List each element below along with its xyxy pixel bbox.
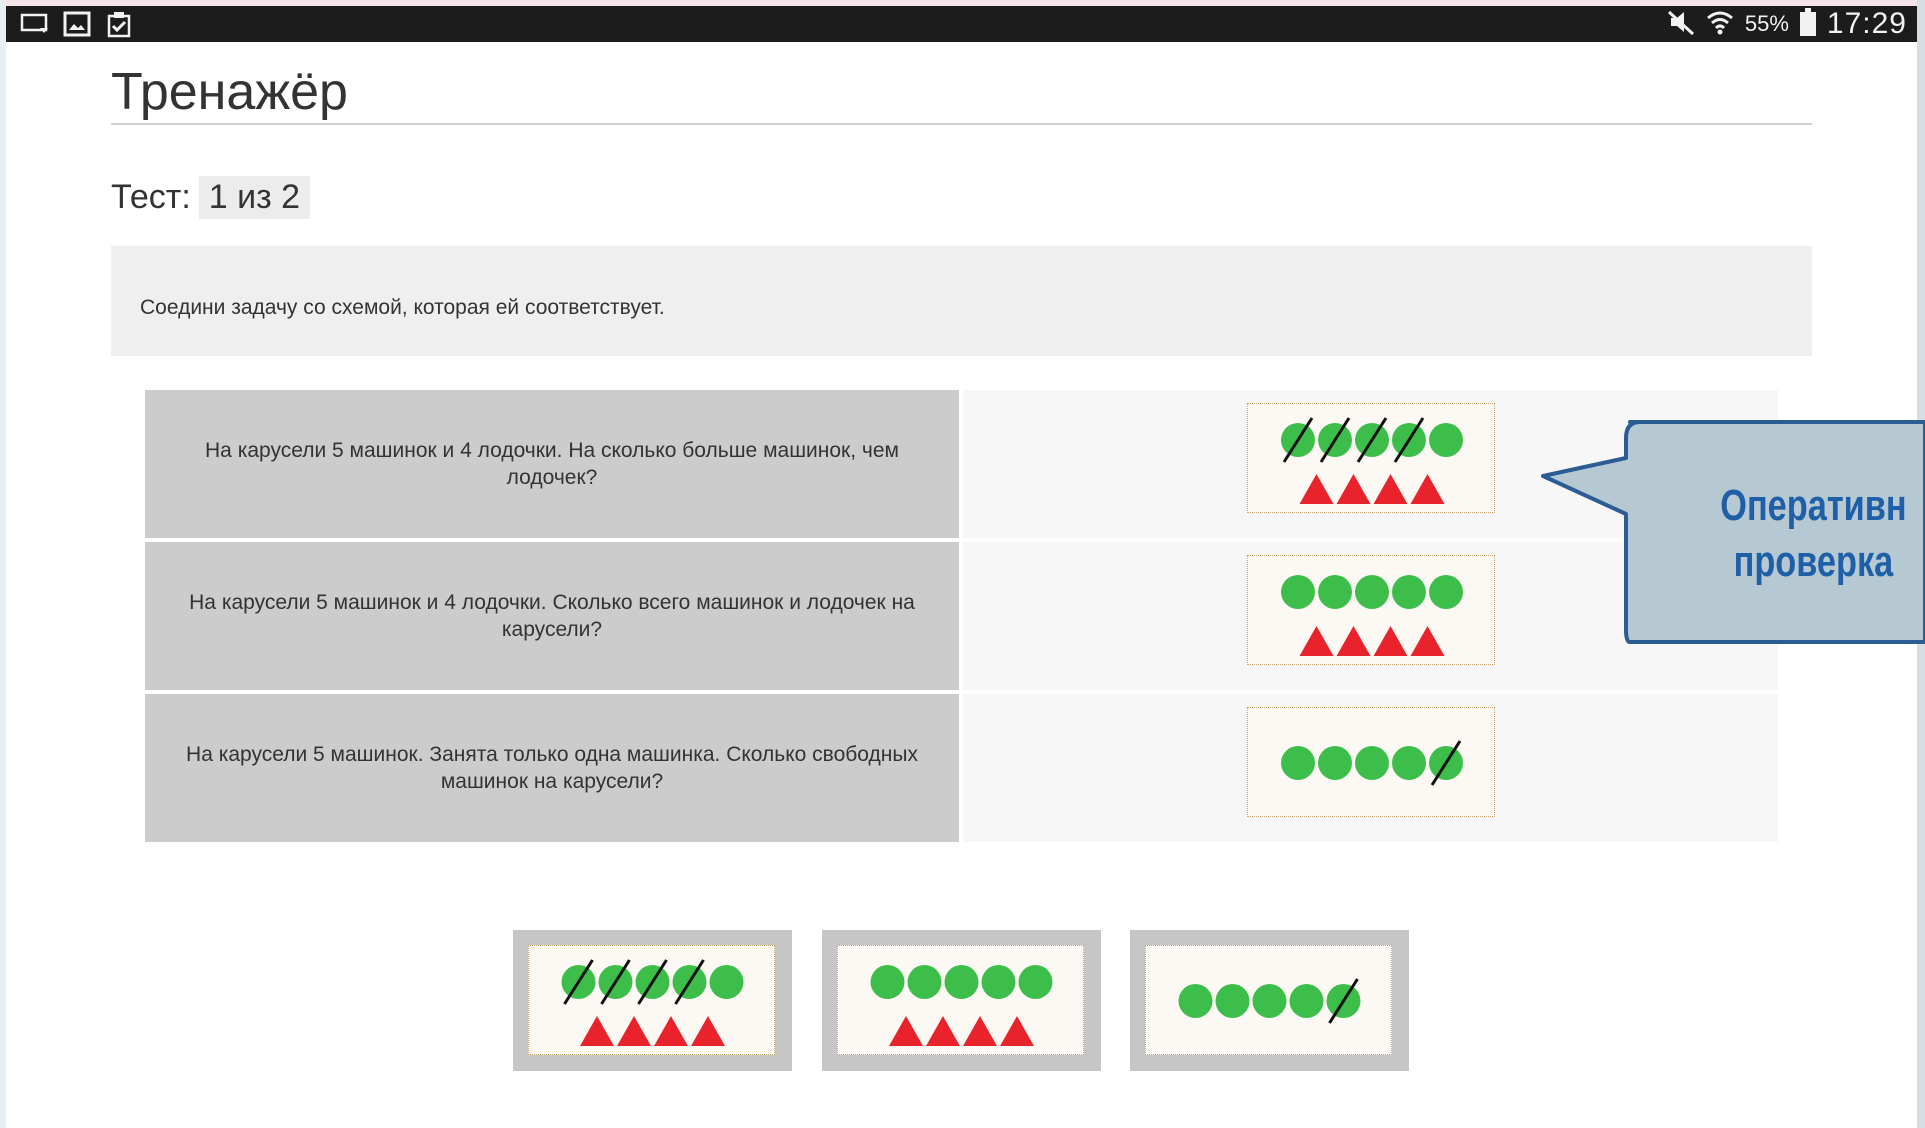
triangle-mark — [1336, 626, 1371, 656]
scheme-card[interactable] — [1247, 403, 1495, 513]
scheme-card — [837, 945, 1084, 1055]
triangle-mark — [654, 1016, 688, 1046]
callout-line: проверка — [1733, 537, 1894, 586]
triangle-mark — [1336, 474, 1371, 504]
scheme-card[interactable] — [1247, 555, 1495, 665]
instruction-panel: Соедини задачу со схемой, которая ей соо… — [111, 246, 1812, 356]
callout-text: Оперативн проверка — [1712, 478, 1915, 590]
scheme-card — [528, 945, 775, 1055]
circle-mark — [1318, 746, 1352, 780]
circle-mark — [1392, 575, 1426, 609]
test-progress: Тест: 1 из 2 — [111, 176, 311, 219]
circle-mark — [1178, 984, 1213, 1018]
triangle-mark — [691, 1016, 725, 1046]
clipboard-check-icon — [104, 10, 134, 38]
drop-zone[interactable] — [963, 694, 1778, 842]
scheme-diagram — [870, 965, 1053, 1046]
triangle-mark — [889, 1016, 923, 1046]
slide-frame-left — [0, 0, 6, 1128]
scheme-card — [1145, 945, 1392, 1055]
match-row: На карусели 5 машинок и 4 лодочки. Сколь… — [145, 542, 1778, 690]
status-bar: 55% 17:29 — [6, 6, 1917, 42]
page-title: Тренажёр — [111, 63, 348, 121]
task-text: На карусели 5 машинок. Занята только одн… — [145, 694, 959, 842]
match-row: На карусели 5 машинок. Занята только одн… — [145, 694, 1778, 842]
callout-line: Оперативн — [1720, 481, 1907, 530]
wifi-icon — [1705, 8, 1735, 41]
circle-mark — [1392, 746, 1426, 780]
circle-mark — [1355, 575, 1389, 609]
circle-mark — [1429, 575, 1463, 609]
triangle-mark — [1373, 626, 1408, 656]
triangle-mark — [1410, 626, 1445, 656]
draggable-answer-card[interactable] — [822, 930, 1101, 1071]
triangle-mark — [963, 1016, 997, 1046]
test-label: Тест: — [111, 178, 191, 216]
instruction-text: Соедини задачу со схемой, которая ей соо… — [140, 296, 665, 319]
circle-mark — [1355, 746, 1389, 780]
scheme-diagram — [1281, 417, 1463, 504]
task-text: На карусели 5 машинок и 4 лодочки. Сколь… — [145, 542, 959, 690]
triangle-mark — [1299, 474, 1334, 504]
status-bar-system: 55% 17:29 — [1667, 6, 1907, 42]
circle-mark — [1318, 575, 1352, 609]
test-counter: 1 из 2 — [198, 176, 311, 219]
cast-icon — [20, 10, 50, 38]
draggable-answer-card[interactable] — [513, 930, 792, 1071]
status-bar-notifications — [20, 10, 134, 38]
triangle-mark — [1000, 1016, 1034, 1046]
draggable-answer-card[interactable] — [1130, 930, 1409, 1071]
scheme-diagram — [561, 959, 744, 1046]
mute-icon — [1667, 8, 1695, 41]
image-icon — [62, 10, 92, 38]
circle-mark — [1252, 984, 1287, 1018]
triangle-mark — [1299, 626, 1334, 656]
scheme-diagram — [1281, 575, 1463, 656]
task-text: На карусели 5 машинок и 4 лодочки. На ск… — [145, 390, 959, 538]
circle-mark — [1281, 575, 1315, 609]
title-divider — [111, 123, 1812, 125]
triangle-mark — [926, 1016, 960, 1046]
circle-mark — [1281, 746, 1315, 780]
battery-icon — [1799, 7, 1817, 42]
circle-mark — [1018, 965, 1053, 999]
battery-percent: 55% — [1744, 11, 1789, 36]
match-row: На карусели 5 машинок и 4 лодочки. На ск… — [145, 390, 1778, 538]
circle-mark — [1429, 423, 1463, 457]
circle-mark — [1215, 984, 1250, 1018]
triangle-mark — [580, 1016, 614, 1046]
circle-mark — [1289, 984, 1324, 1018]
triangle-mark — [1373, 474, 1408, 504]
circle-mark — [709, 965, 744, 999]
clock: 17:29 — [1826, 7, 1907, 40]
triangle-mark — [1410, 474, 1445, 504]
scheme-diagram — [1281, 740, 1463, 786]
triangle-mark — [617, 1016, 651, 1046]
scheme-diagram — [1178, 978, 1361, 1024]
circle-mark — [870, 965, 905, 999]
circle-mark — [981, 965, 1016, 999]
circle-mark — [907, 965, 942, 999]
scheme-card[interactable] — [1247, 707, 1495, 817]
circle-mark — [944, 965, 979, 999]
